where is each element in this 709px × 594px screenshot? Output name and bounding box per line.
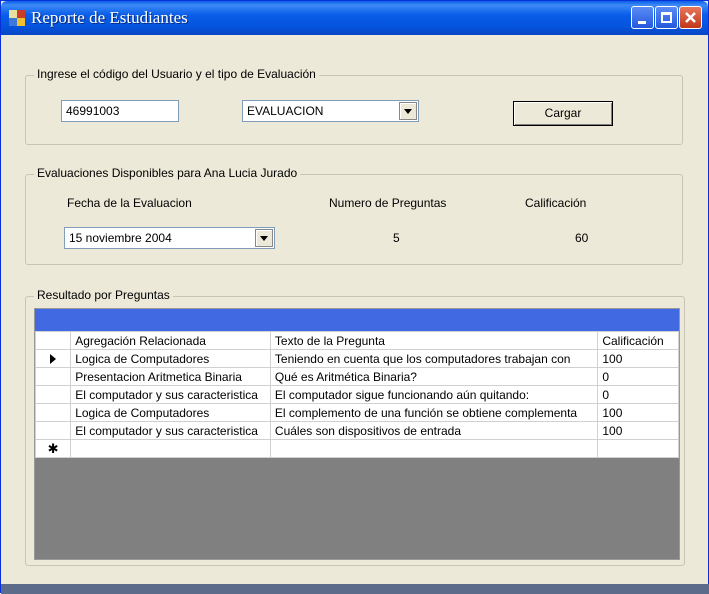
close-button[interactable]: [679, 6, 702, 29]
grade-value: 60: [575, 231, 589, 245]
evaluation-date-value: 15 noviembre 2004: [69, 231, 172, 245]
cell-area[interactable]: El computador y sus caracteristica: [70, 385, 271, 404]
question-count-value: 5: [393, 231, 400, 245]
table-row[interactable]: El computador y sus caracteristica Cuále…: [34, 421, 679, 440]
table-header-row: Agregación Relacionada Texto de la Pregu…: [34, 331, 679, 350]
column-header-grade[interactable]: Calificación: [597, 331, 679, 350]
cell-grade[interactable]: 100: [597, 403, 679, 422]
cell-grade[interactable]: 100: [597, 349, 679, 368]
minimize-icon: [638, 21, 646, 24]
minimize-button[interactable]: [631, 6, 654, 29]
title-bar[interactable]: Reporte de Estudiantes: [1, 1, 708, 35]
available-evaluations-legend: Evaluaciones Disponibles para Ana Lucia …: [34, 166, 301, 180]
cell-question[interactable]: Teniendo en cuenta que los computadores …: [269, 349, 599, 368]
table-row[interactable]: Presentacion Aritmetica Binaria Qué es A…: [34, 367, 679, 386]
close-icon: [685, 12, 696, 23]
new-cell-area[interactable]: [70, 439, 271, 458]
cell-question[interactable]: El complemento de una función se obtiene…: [269, 403, 599, 422]
app-window-icon[interactable]: [9, 10, 25, 26]
cell-area[interactable]: Logica de Computadores: [70, 349, 271, 368]
row-header[interactable]: [34, 403, 72, 422]
available-evaluations-groupbox: Evaluaciones Disponibles para Ana Lucia …: [25, 166, 683, 265]
cell-area[interactable]: El computador y sus caracteristica: [70, 421, 271, 440]
current-row-indicator-icon[interactable]: [34, 349, 72, 368]
table-row[interactable]: El computador y sus caracteristica El co…: [34, 385, 679, 404]
evaluation-type-value: EVALUACION: [247, 104, 324, 118]
new-cell-grade[interactable]: [597, 439, 679, 458]
maximize-icon: [661, 12, 672, 23]
column-header-question[interactable]: Texto de la Pregunta: [269, 331, 599, 350]
table-row[interactable]: Logica de Computadores Teniendo en cuent…: [34, 349, 679, 368]
evaluation-date-label: Fecha de la Evaluacion: [67, 196, 192, 210]
column-header-area[interactable]: Agregación Relacionada: [70, 331, 271, 350]
report-window: Reporte de Estudiantes Ingrese el código…: [0, 0, 709, 594]
question-count-label: Numero de Preguntas: [329, 196, 447, 210]
row-header-corner[interactable]: [34, 331, 72, 350]
cell-grade[interactable]: 0: [597, 367, 679, 386]
cell-grade[interactable]: 0: [597, 385, 679, 404]
row-header[interactable]: [34, 367, 72, 386]
table-row[interactable]: Logica de Computadores El complemento de…: [34, 403, 679, 422]
cell-area[interactable]: Logica de Computadores: [70, 403, 271, 422]
row-header[interactable]: [34, 385, 72, 404]
new-row[interactable]: ✱: [34, 439, 679, 458]
grid-caption-bar: [35, 309, 679, 331]
row-header[interactable]: [34, 421, 72, 440]
cell-question[interactable]: El computador sigue funcionando aún quit…: [269, 385, 599, 404]
chevron-down-icon[interactable]: [399, 102, 417, 120]
user-evaluation-legend: Ingrese el código del Usuario y el tipo …: [34, 67, 319, 81]
results-datagrid[interactable]: Agregación Relacionada Texto de la Pregu…: [34, 308, 680, 560]
new-row-asterisk-icon[interactable]: ✱: [34, 439, 72, 458]
new-cell-question[interactable]: [269, 439, 599, 458]
chevron-down-icon[interactable]: [255, 229, 273, 247]
load-button[interactable]: Cargar: [513, 101, 613, 126]
grade-label: Calificación: [525, 196, 587, 210]
cell-question[interactable]: Qué es Aritmética Binaria?: [269, 367, 599, 386]
results-table: Agregación Relacionada Texto de la Pregu…: [34, 331, 679, 458]
user-code-input[interactable]: 46991003: [61, 100, 179, 122]
evaluation-date-select[interactable]: 15 noviembre 2004: [64, 227, 275, 249]
cell-area[interactable]: Presentacion Aritmetica Binaria: [70, 367, 271, 386]
cell-grade[interactable]: 100: [597, 421, 679, 440]
results-legend: Resultado por Preguntas: [34, 288, 173, 302]
evaluation-type-select[interactable]: EVALUACION: [242, 100, 419, 122]
window-title: Reporte de Estudiantes: [31, 8, 188, 27]
maximize-button[interactable]: [655, 6, 678, 29]
cell-question[interactable]: Cuáles son dispositivos de entrada: [269, 421, 599, 440]
